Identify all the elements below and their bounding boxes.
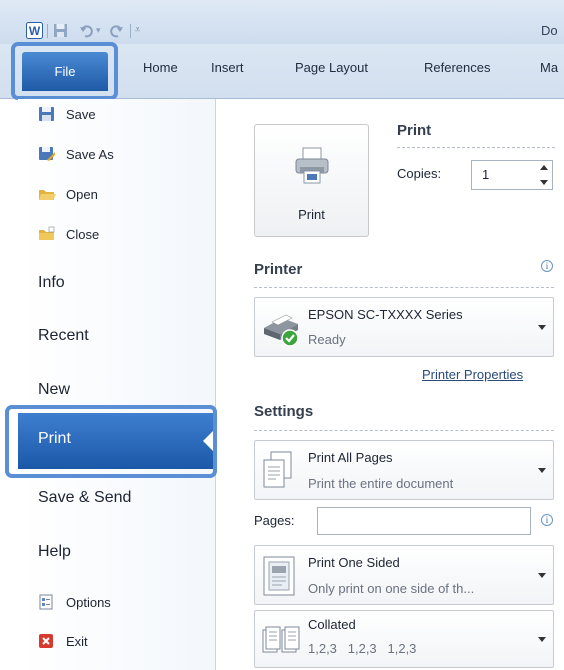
print-button[interactable]: Print [254, 124, 369, 237]
tab-references[interactable]: References [424, 60, 490, 75]
print-heading: Print [397, 122, 432, 139]
quick-access-toolbar: W ▾ ⩡ [26, 22, 141, 39]
print-range-subtitle: Print the entire document [308, 476, 454, 491]
save-icon [38, 106, 56, 122]
open-folder-icon [38, 186, 56, 202]
printer-name: EPSON SC-TXXXX Series [308, 307, 463, 322]
spin-up-icon[interactable] [540, 165, 548, 170]
toolbar-divider [129, 23, 131, 38]
save-as-icon [38, 146, 56, 162]
nav-exit[interactable]: Exit [38, 633, 88, 649]
customize-toolbar-icon[interactable]: ⩡ [135, 24, 141, 37]
print-range-dropdown[interactable]: Print All Pages Print the entire documen… [254, 440, 554, 500]
sides-title: Print One Sided [308, 555, 400, 570]
nav-recent[interactable]: Recent [38, 327, 89, 345]
sides-dropdown[interactable]: Print One Sided Only print on one side o… [254, 545, 554, 605]
svg-text:W: W [29, 24, 41, 38]
nav-help[interactable]: Help [38, 543, 71, 561]
options-icon [38, 594, 56, 610]
chevron-down-icon [538, 573, 546, 578]
nav-save-as[interactable]: Save As [38, 146, 114, 162]
print-button-label: Print [298, 207, 325, 222]
undo-icon[interactable] [77, 22, 94, 39]
undo-dropdown-icon[interactable]: ▾ [96, 25, 101, 36]
divider [254, 430, 554, 431]
nav-save-send[interactable]: Save & Send [38, 489, 131, 507]
one-sided-icon [263, 556, 295, 601]
copies-value: 1 [482, 167, 490, 182]
word-backstage-window: W ▾ ⩡ Do Home Insert Page Layout Referen… [0, 0, 564, 670]
printer-icon [294, 147, 330, 192]
pages-label: Pages: [254, 513, 295, 528]
tab-page-layout[interactable]: Page Layout [295, 60, 368, 75]
nav-open-label: Open [66, 186, 98, 202]
spin-buttons[interactable] [539, 165, 549, 185]
chevron-down-icon [538, 637, 546, 642]
tab-home[interactable]: Home [143, 60, 178, 75]
exit-icon [38, 633, 56, 649]
print-range-title: Print All Pages [308, 450, 393, 465]
nav-options-label: Options [66, 594, 111, 610]
printer-status: Ready [308, 332, 346, 347]
info-icon[interactable]: i [541, 260, 553, 272]
nav-save-as-label: Save As [66, 146, 114, 162]
chevron-down-icon [538, 468, 546, 473]
nav-close-label: Close [66, 226, 100, 242]
print-nav-highlight [5, 405, 217, 478]
toolbar-divider [47, 23, 48, 38]
collation-subtitle: 1,2,3 1,2,3 1,2,3 [308, 641, 417, 656]
tab-mailings[interactable]: Ma [540, 60, 558, 75]
pages-input[interactable] [317, 507, 531, 535]
document-title: Do [541, 23, 558, 38]
copies-spinner[interactable]: 1 [471, 160, 553, 190]
nav-save[interactable]: Save [38, 106, 96, 122]
collation-dropdown[interactable]: Collated 1,2,3 1,2,3 1,2,3 [254, 610, 554, 668]
close-folder-icon [38, 226, 56, 242]
nav-open[interactable]: Open [38, 186, 98, 202]
nav-new[interactable]: New [38, 381, 70, 399]
divider [397, 147, 555, 148]
nav-options[interactable]: Options [38, 594, 111, 610]
copies-label: Copies: [397, 166, 442, 181]
sides-subtitle: Only print on one side of th... [308, 581, 475, 596]
printer-ready-icon [260, 310, 302, 353]
divider [254, 287, 554, 288]
chevron-down-icon [538, 325, 546, 330]
collated-icon [262, 625, 300, 660]
nav-save-label: Save [66, 106, 96, 122]
collation-title: Collated [308, 617, 356, 632]
word-app-icon[interactable]: W [26, 22, 43, 39]
printer-heading: Printer [254, 261, 303, 278]
nav-info[interactable]: Info [38, 274, 65, 292]
redo-icon[interactable] [109, 22, 126, 39]
tab-insert[interactable]: Insert [211, 60, 244, 75]
nav-exit-label: Exit [66, 633, 88, 649]
printer-dropdown[interactable]: EPSON SC-TXXXX Series Ready [254, 297, 554, 357]
all-pages-icon [263, 451, 293, 494]
nav-close[interactable]: Close [38, 226, 99, 242]
info-icon[interactable]: i [541, 514, 553, 526]
title-bar: W ▾ ⩡ Do [0, 0, 564, 44]
spin-down-icon[interactable] [540, 180, 548, 185]
printer-properties-link[interactable]: Printer Properties [422, 367, 523, 382]
settings-heading: Settings [254, 403, 314, 420]
file-tab-highlight [11, 42, 118, 100]
save-icon[interactable] [52, 22, 69, 39]
